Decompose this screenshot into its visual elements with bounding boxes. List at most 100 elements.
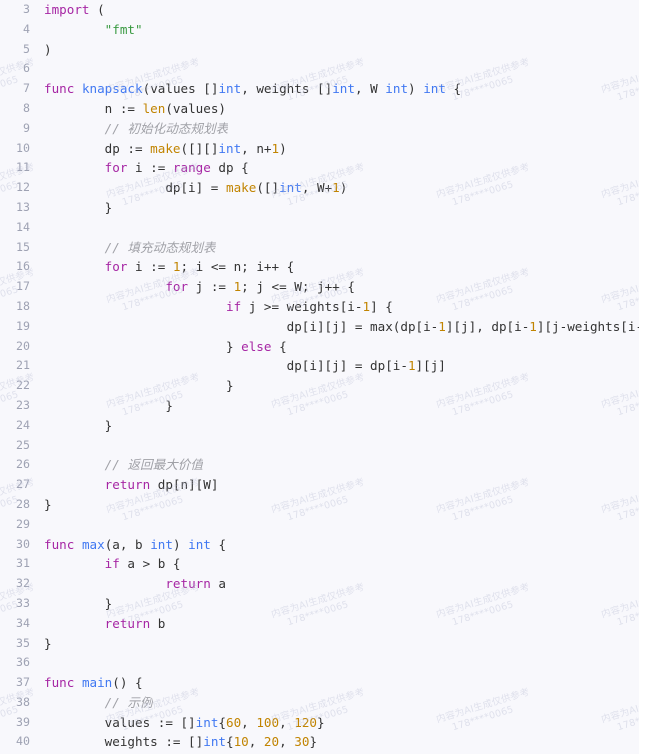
code-line[interactable]: 26 // 返回最大价值	[0, 455, 645, 475]
line-source: )	[44, 41, 52, 57]
line-number: 6	[23, 61, 30, 76]
line-source: } else {	[44, 338, 287, 354]
code-line[interactable]: 39 values := []int{60, 100, 120}	[0, 713, 645, 733]
line-source: // 返回最大价值	[104, 457, 203, 473]
line-source: if a > b {	[104, 556, 181, 572]
code-line[interactable]: 11 for i := range dp {	[0, 158, 645, 178]
code-line[interactable]: 12 dp[i] = make([]int, W+1)	[0, 178, 645, 198]
line-number: 15	[16, 239, 30, 254]
line-source: dp[i][j] = dp[i-1][j]	[44, 358, 446, 374]
line-source: // 示例	[104, 694, 153, 710]
line-source: }	[44, 417, 113, 433]
line-source: // 初始化动态规划表	[104, 120, 229, 136]
line-number: 18	[16, 298, 30, 313]
line-number: 31	[16, 556, 30, 571]
line-source: }	[44, 496, 52, 512]
line-number: 7	[23, 81, 30, 96]
code-line[interactable]: 5)	[0, 40, 645, 60]
code-line[interactable]: 31 if a > b {	[0, 554, 645, 574]
code-line[interactable]: 15 // 填充动态规划表	[0, 238, 645, 258]
code-line[interactable]: 7 func knapsack(values []int, weights []i…	[0, 79, 645, 99]
line-number: 40	[16, 734, 30, 749]
code-line[interactable]: 27 return dp[n][W]	[0, 475, 645, 495]
line-source: func main() {	[44, 675, 143, 691]
line-number: 3	[23, 2, 30, 16]
code-line[interactable]: 28}	[0, 495, 645, 515]
line-source: }	[44, 595, 113, 611]
line-number: 22	[16, 378, 30, 393]
code-line[interactable]: 33 }	[0, 594, 645, 614]
code-line[interactable]: 13 }	[0, 198, 645, 218]
code-line[interactable]: 9 // 初始化动态规划表	[0, 119, 645, 139]
code-line[interactable]: 32 return a	[0, 574, 645, 594]
line-source: }	[44, 635, 52, 651]
code-line[interactable]: 30 func max(a, b int) int {	[0, 535, 645, 555]
line-number: 23	[16, 397, 30, 412]
line-number: 19	[16, 318, 30, 333]
code-line[interactable]: 8 n := len(values)	[0, 99, 645, 119]
line-number: 29	[16, 516, 30, 531]
code-line[interactable]: 40 weights := []int{10, 20, 30}	[0, 732, 645, 752]
code-line[interactable]: 21 dp[i][j] = dp[i-1][j]	[0, 356, 645, 376]
line-number: 25	[16, 437, 30, 452]
line-source: func knapsack(values []int, weights []in…	[44, 81, 462, 97]
line-number: 13	[16, 199, 30, 214]
line-number: 4	[23, 21, 30, 36]
line-source: dp[i][j] = max(dp[i-1][j], dp[i-1][j-wei…	[44, 318, 645, 334]
line-number: 24	[16, 417, 30, 432]
code-line[interactable]: 37 func main() {	[0, 673, 645, 693]
line-source: import (	[44, 2, 105, 17]
line-number: 33	[16, 595, 30, 610]
line-number: 35	[16, 635, 30, 650]
line-source: if j >= weights[i-1] {	[225, 298, 393, 314]
code-line[interactable]: 3 import (	[0, 0, 645, 20]
code-line[interactable]: 4 "fmt"	[0, 20, 645, 40]
line-number: 5	[23, 41, 30, 56]
code-line[interactable]: 36	[0, 653, 645, 673]
line-source: for i := 1; i <= n; i++ {	[104, 259, 295, 275]
code-line[interactable]: 25	[0, 436, 645, 456]
code-line[interactable]: 19 dp[i][j] = max(dp[i-1][j], dp[i-1][j-…	[0, 317, 645, 337]
line-number: 32	[16, 576, 30, 591]
line-number: 20	[16, 338, 30, 353]
line-number: 11	[16, 160, 30, 175]
line-source: dp := make([][]int, n+1)	[44, 140, 287, 156]
line-source: weights := []int{10, 20, 30}	[44, 734, 318, 750]
code-line[interactable]: 16 for i := 1; i <= n; i++ {	[0, 257, 645, 277]
code-line[interactable]: 35}	[0, 634, 645, 654]
code-line[interactable]: 18 if j >= weights[i-1] {	[0, 297, 645, 317]
line-number: 12	[16, 180, 30, 195]
line-number: 26	[16, 457, 30, 472]
line-number: 17	[16, 279, 30, 294]
code-editor[interactable]: 3 import (4 "fmt" 5) 6 7 func knapsack(values…	[0, 0, 645, 754]
code-line[interactable]: 29	[0, 515, 645, 535]
line-number: 36	[16, 655, 30, 670]
line-source: dp[i] = make([]int, W+1)	[44, 180, 348, 196]
code-line[interactable]: 24 }	[0, 416, 645, 436]
code-line[interactable]: 22 }	[0, 376, 645, 396]
line-source: // 填充动态规划表	[104, 239, 216, 255]
code-line[interactable]: 10 dp := make([][]int, n+1)	[0, 139, 645, 159]
code-line[interactable]: 38 // 示例	[0, 693, 645, 713]
code-lines-container[interactable]: 3 import (4 "fmt" 5) 6 7 func knapsack(values…	[0, 0, 645, 752]
line-source: func max(a, b int) int {	[44, 536, 227, 552]
code-line[interactable]: 6	[0, 59, 645, 79]
right-margin-gap	[639, 0, 645, 754]
line-number: 8	[23, 100, 30, 115]
line-source: }	[44, 378, 234, 394]
code-line[interactable]: 23 }	[0, 396, 645, 416]
line-number: 28	[16, 496, 30, 511]
line-source: return b	[104, 615, 166, 631]
code-line[interactable]: 17 for j := 1; j <= W; j++ {	[0, 277, 645, 297]
line-number: 10	[16, 140, 30, 155]
line-source: return a	[165, 576, 226, 592]
code-line[interactable]: 14	[0, 218, 645, 238]
line-source: for i := range dp {	[104, 160, 249, 176]
line-number: 34	[16, 615, 30, 630]
line-number: 37	[16, 675, 30, 690]
code-line[interactable]: 20 } else {	[0, 337, 645, 357]
code-line[interactable]: 34 return b	[0, 614, 645, 634]
line-number: 27	[16, 477, 30, 492]
line-number: 39	[16, 714, 30, 729]
line-source: return dp[n][W]	[104, 477, 219, 493]
